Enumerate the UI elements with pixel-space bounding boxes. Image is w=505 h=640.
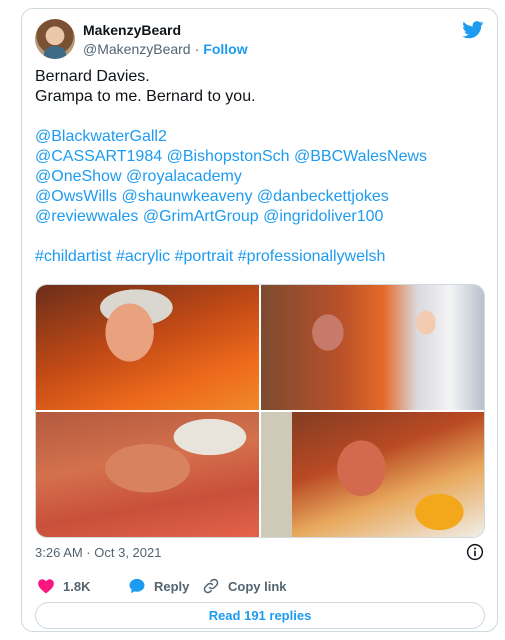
mention-line: @reviewwales @GrimArtGroup @ingridoliver… <box>35 207 484 227</box>
reply-button[interactable]: Reply <box>128 575 189 597</box>
photo-artist-with-painting[interactable] <box>261 285 484 410</box>
hashtag-link[interactable]: #acrylic <box>116 248 170 265</box>
text-line: Bernard Davies. <box>35 68 150 85</box>
author-handle[interactable]: @MakenzyBeard <box>83 41 191 57</box>
mention-link[interactable]: @OneShow <box>35 168 122 185</box>
handle-separator: · <box>194 41 200 57</box>
speech-bubble-icon <box>129 578 145 594</box>
mention-link[interactable]: @GrimArtGroup <box>143 208 259 225</box>
mention-link[interactable]: @shaunwkeaveny <box>121 188 252 205</box>
follow-button[interactable]: Follow <box>203 41 247 57</box>
text-line: Grampa to me. Bernard to you. <box>35 88 256 105</box>
mention-line: @CASSART1984 @BishopstonSch @BBCWalesNew… <box>35 147 484 167</box>
mention-line: @BlackwaterGall2 <box>35 127 484 147</box>
author-display-name[interactable]: MakenzyBeard <box>83 22 181 38</box>
avatar[interactable] <box>35 19 75 59</box>
mention-link[interactable]: @royalacademy <box>126 168 242 185</box>
heart-icon <box>38 579 54 594</box>
author-handle-row: @MakenzyBeard · Follow <box>83 41 248 57</box>
mention-link[interactable]: @CASSART1984 <box>35 148 162 165</box>
like-count: 1.8K <box>63 578 91 594</box>
hashtag-link[interactable]: #professionallywelsh <box>238 248 386 265</box>
like-button[interactable]: 1.8K <box>37 575 90 597</box>
tweet-text: Bernard Davies. Grampa to me. Bernard to… <box>35 67 484 267</box>
twitter-bird-icon[interactable] <box>462 21 484 39</box>
mention-line: @OwsWills @shaunwkeaveny @danbeckettjoke… <box>35 187 484 207</box>
copy-link-label: Copy link <box>228 578 287 594</box>
mention-link[interactable]: @BBCWalesNews <box>294 148 427 165</box>
read-replies-button[interactable]: Read 191 replies <box>35 602 485 629</box>
hashtag-link[interactable]: #portrait <box>175 248 234 265</box>
photo-painting-detail[interactable] <box>36 412 259 537</box>
media-grid <box>35 284 485 538</box>
photo-painting-portrait[interactable] <box>36 285 259 410</box>
reply-label: Reply <box>154 578 190 594</box>
tweet-card: MakenzyBeard @MakenzyBeard · Follow Bernar… <box>21 8 498 632</box>
tweet-header: MakenzyBeard @MakenzyBeard · Follow <box>35 19 484 63</box>
mention-link[interactable]: @danbeckettjokes <box>257 188 389 205</box>
copy-link-button[interactable]: Copy link <box>202 575 287 597</box>
link-icon <box>203 578 219 594</box>
info-icon[interactable] <box>466 543 484 561</box>
mention-link[interactable]: @BishopstonSch <box>167 148 290 165</box>
hashtag-line: #childartist #acrylic #portrait #profess… <box>35 247 484 267</box>
tweet-actions: 1.8K Reply Copy link <box>35 575 484 597</box>
mention-link[interactable]: @reviewwales <box>35 208 138 225</box>
tweet-timestamp[interactable]: 3:26 AM · Oct 3, 2021 <box>35 545 161 560</box>
mention-link[interactable]: @OwsWills <box>35 188 117 205</box>
photo-painting-easel[interactable] <box>261 412 484 537</box>
hashtag-link[interactable]: #childartist <box>35 248 111 265</box>
mention-line: @OneShow @royalacademy <box>35 167 484 187</box>
mention-link[interactable]: @ingridoliver100 <box>263 208 383 225</box>
mention-link[interactable]: @BlackwaterGall2 <box>35 128 167 145</box>
